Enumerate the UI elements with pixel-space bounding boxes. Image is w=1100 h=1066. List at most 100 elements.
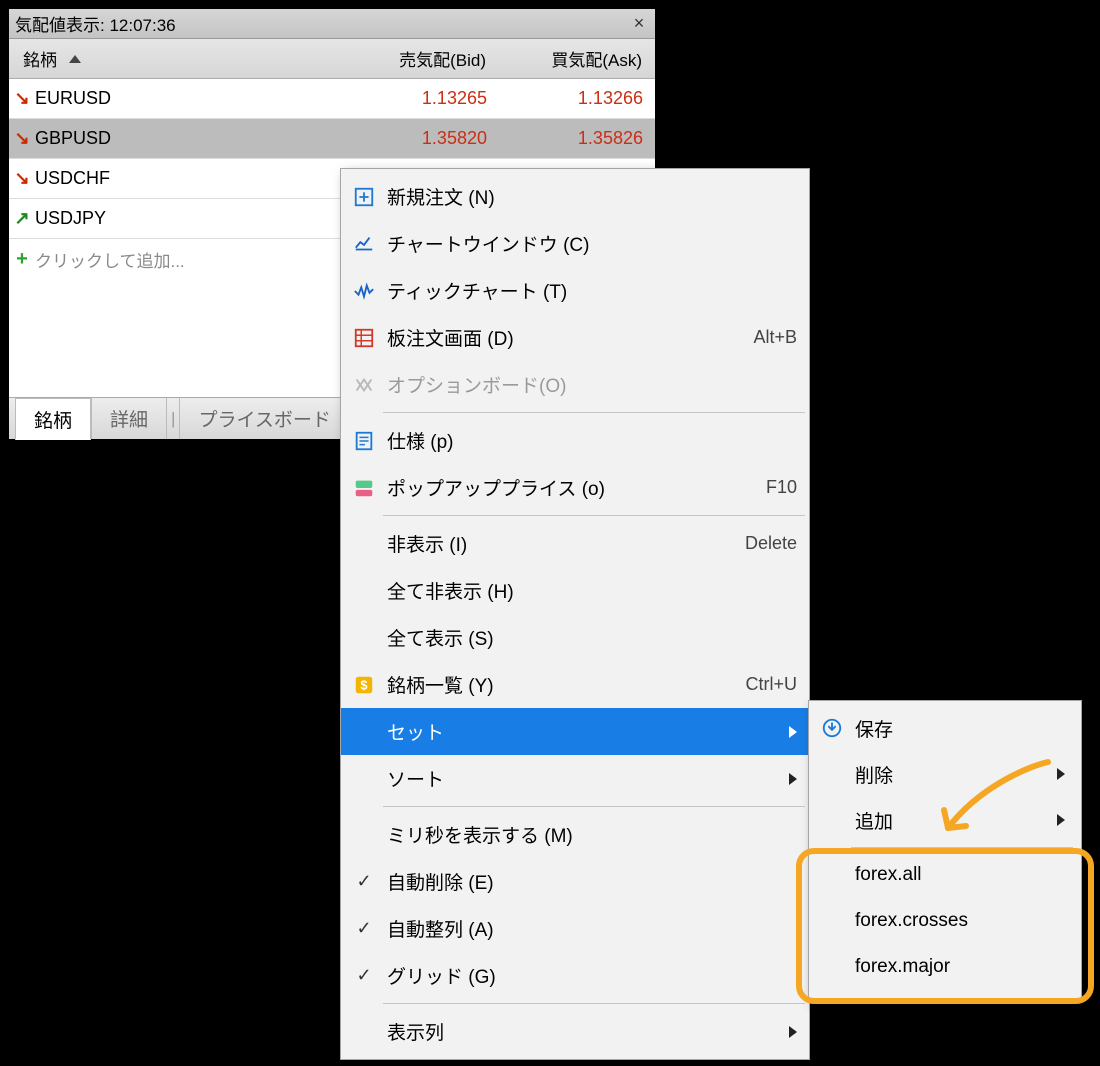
menu-popup-prices[interactable]: ポップアッププライス (o) F10 <box>341 464 809 511</box>
menu-item-shortcut: Ctrl+U <box>745 674 797 695</box>
bid-price: 1.35820 <box>365 128 497 149</box>
menu-item-label: チャートウインドウ (C) <box>387 230 797 257</box>
bid-price: 1.13265 <box>365 88 497 109</box>
menu-sets[interactable]: セット <box>341 708 809 755</box>
menu-columns[interactable]: 表示列 <box>341 1008 809 1055</box>
submenu-arrow-icon <box>789 1026 797 1038</box>
menu-item-label: オプションボード(O) <box>387 371 797 398</box>
menu-item-label: 全て非表示 (H) <box>387 577 797 604</box>
submenu-save[interactable]: 保存 <box>809 705 1081 751</box>
menu-item-label: 銘柄一覧 (Y) <box>387 671 745 698</box>
symbol-name: EURUSD <box>35 88 365 109</box>
menu-item-shortcut: Alt+B <box>753 327 797 348</box>
menu-chart-window[interactable]: チャートウインドウ (C) <box>341 220 809 267</box>
menu-item-label: 非表示 (I) <box>387 530 745 557</box>
dom-icon <box>341 327 387 349</box>
submenu-set-item[interactable]: forex.major <box>809 944 1081 990</box>
menu-item-label: 表示列 <box>387 1018 789 1045</box>
menu-item-label: 新規注文 (N) <box>387 183 797 210</box>
symbol-name: USDJPY <box>35 208 365 229</box>
menu-separator <box>383 515 805 516</box>
menu-separator <box>383 1003 805 1004</box>
save-icon <box>809 717 855 739</box>
ask-price: 1.35826 <box>497 128 655 149</box>
menu-item-label: 全て表示 (S) <box>387 624 797 651</box>
menu-hide-all[interactable]: 全て非表示 (H) <box>341 567 809 614</box>
svg-text:$: $ <box>360 677 367 692</box>
submenu-add[interactable]: 追加 <box>809 797 1081 843</box>
arrow-down-icon: ↘ <box>9 128 35 149</box>
menu-show-millis[interactable]: ミリ秒を表示する (M) <box>341 811 809 858</box>
menu-new-order[interactable]: 新規注文 (N) <box>341 173 809 220</box>
tab-details[interactable]: 詳細 <box>91 398 167 439</box>
menu-tick-chart[interactable]: ティックチャート (T) <box>341 267 809 314</box>
check-icon: ✓ <box>356 871 371 892</box>
menu-item-label: 板注文画面 (D) <box>387 324 753 351</box>
menu-options-board: オプションボード(O) <box>341 361 809 408</box>
check-icon: ✓ <box>356 965 371 986</box>
menu-item-label: forex.all <box>855 864 1065 886</box>
menu-item-label: ソート <box>387 765 789 792</box>
menu-hide[interactable]: 非表示 (I) Delete <box>341 520 809 567</box>
submenu-set-item[interactable]: forex.all <box>809 852 1081 898</box>
symbols-list-icon: $ <box>341 674 387 696</box>
submenu-set-item[interactable]: forex.crosses <box>809 898 1081 944</box>
submenu-arrow-icon <box>789 773 797 785</box>
symbol-name: GBPUSD <box>35 128 365 149</box>
menu-symbols-list[interactable]: $ 銘柄一覧 (Y) Ctrl+U <box>341 661 809 708</box>
col-header-symbol[interactable]: 銘柄 <box>23 46 57 71</box>
col-header-bid[interactable]: 売気配(Bid) <box>364 46 496 71</box>
col-header-ask[interactable]: 買気配(Ask) <box>496 46 654 71</box>
panel-titlebar[interactable]: 気配値表示: 12:07:36 × <box>9 9 655 39</box>
menu-item-label: 自動整列 (A) <box>387 915 797 942</box>
table-row[interactable]: ↘ EURUSD 1.13265 1.13266 <box>9 79 655 119</box>
arrow-down-icon: ↘ <box>9 88 35 109</box>
menu-item-label: forex.major <box>855 956 1065 978</box>
menu-item-label: 自動削除 (E) <box>387 868 797 895</box>
tab-priceboard[interactable]: プライスボード <box>179 398 349 439</box>
menu-show-all[interactable]: 全て表示 (S) <box>341 614 809 661</box>
context-menu: 新規注文 (N) チャートウインドウ (C) ティックチャート (T) 板注文画… <box>340 168 810 1060</box>
submenu-delete[interactable]: 削除 <box>809 751 1081 797</box>
check-icon: ✓ <box>356 918 371 939</box>
menu-separator <box>383 412 805 413</box>
symbol-name: USDCHF <box>35 168 365 189</box>
panel-title: 気配値表示: 12:07:36 <box>15 11 176 36</box>
menu-item-label: 削除 <box>855 761 1057 788</box>
tab-separator: | <box>167 398 179 439</box>
menu-item-label: ティックチャート (T) <box>387 277 797 304</box>
menu-item-label: セット <box>387 718 789 745</box>
grid-header[interactable]: 銘柄 売気配(Bid) 買気配(Ask) <box>9 39 655 79</box>
menu-item-label: 仕様 (p) <box>387 427 797 454</box>
menu-item-label: 保存 <box>855 715 1065 742</box>
close-icon[interactable]: × <box>629 14 649 34</box>
tick-chart-icon <box>341 280 387 302</box>
new-order-icon <box>341 186 387 208</box>
submenu-arrow-icon <box>1057 814 1065 826</box>
popup-prices-icon <box>341 477 387 499</box>
arrow-up-icon: ↗ <box>9 208 35 229</box>
ask-price: 1.13266 <box>497 88 655 109</box>
specification-icon <box>341 430 387 452</box>
menu-depth-of-market[interactable]: 板注文画面 (D) Alt+B <box>341 314 809 361</box>
menu-specification[interactable]: 仕様 (p) <box>341 417 809 464</box>
menu-item-label: グリッド (G) <box>387 962 797 989</box>
sets-submenu: 保存 削除 追加 forex.all forex.crosses forex.m… <box>808 700 1082 1001</box>
menu-item-label: 追加 <box>855 807 1057 834</box>
menu-sort[interactable]: ソート <box>341 755 809 802</box>
arrow-down-icon: ↘ <box>9 168 35 189</box>
menu-auto-delete[interactable]: ✓ 自動削除 (E) <box>341 858 809 905</box>
menu-item-label: forex.crosses <box>855 910 1065 932</box>
menu-grid[interactable]: ✓ グリッド (G) <box>341 952 809 999</box>
submenu-arrow-icon <box>789 726 797 738</box>
sort-asc-icon <box>69 55 81 63</box>
add-symbol-label: クリックして追加... <box>35 247 185 272</box>
submenu-arrow-icon <box>1057 768 1065 780</box>
plus-icon: + <box>9 248 35 271</box>
menu-item-label: ポップアッププライス (o) <box>387 474 766 501</box>
menu-auto-arrange[interactable]: ✓ 自動整列 (A) <box>341 905 809 952</box>
menu-item-shortcut: F10 <box>766 477 797 498</box>
table-row[interactable]: ↘ GBPUSD 1.35820 1.35826 <box>9 119 655 159</box>
menu-separator <box>383 806 805 807</box>
tab-symbols[interactable]: 銘柄 <box>15 398 91 440</box>
